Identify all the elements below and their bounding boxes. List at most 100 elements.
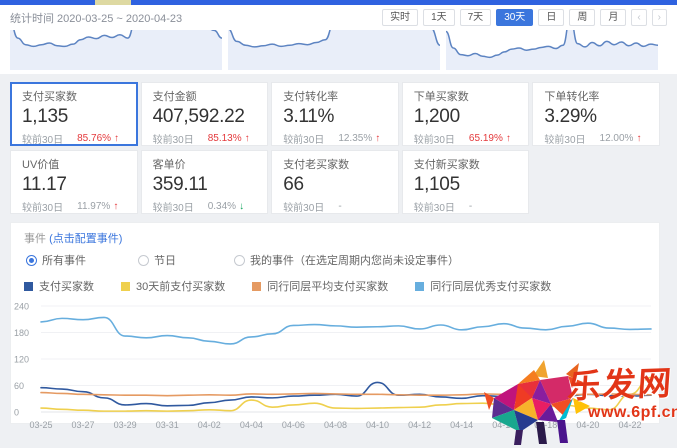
radio-all-events[interactable]: 所有事件 — [26, 252, 86, 268]
svg-text:60: 60 — [14, 381, 24, 391]
metric-compare: 较前30日12.00%↑ — [544, 131, 648, 146]
metric-card-avg-order[interactable]: 客单价 359.11 较前30日0.34%↓ — [141, 150, 269, 214]
svg-text:240: 240 — [14, 302, 29, 312]
legend-item-peer-avg[interactable]: 同行同层平均支付买家数 — [252, 278, 388, 294]
range-button-30day[interactable]: 30天 — [496, 9, 533, 26]
legend-swatch — [24, 282, 33, 291]
events-label: 事件 — [24, 233, 46, 245]
radio-my-events[interactable]: 我的事件（在选定周期内您尚未设定事件） — [234, 252, 459, 268]
svg-text:03-29: 03-29 — [114, 420, 137, 430]
next-arrow-icon[interactable]: › — [652, 9, 667, 26]
chart-legend: 支付买家数 30天前支付买家数 同行同层平均支付买家数 同行同层优秀支付买家数 — [24, 278, 659, 294]
prev-arrow-icon[interactable]: ‹ — [631, 9, 646, 26]
change-value: - — [338, 201, 341, 212]
svg-text:04-12: 04-12 — [408, 420, 431, 430]
legend-item-30d-ago[interactable]: 30天前支付买家数 — [121, 278, 225, 294]
metric-card-pay-buyers[interactable]: 支付买家数 1,135 较前30日85.76%↑ — [10, 82, 138, 146]
change-value: 65.19% — [469, 133, 503, 144]
radio-holidays[interactable]: 节日 — [138, 252, 176, 268]
sparkline-chart-1 — [10, 30, 222, 74]
metric-card-order-buyers[interactable]: 下单买家数 1,200 较前30日65.19%↑ — [402, 82, 530, 146]
up-arrow-icon: ↑ — [245, 133, 250, 144]
metric-label: 下单买家数 — [414, 91, 518, 104]
radio-icon — [234, 255, 245, 266]
range-button-1day[interactable]: 1天 — [423, 9, 455, 26]
sparkline-chart-2 — [228, 30, 440, 74]
metric-compare: 较前30日85.76%↑ — [22, 131, 126, 146]
range-button-day[interactable]: 日 — [538, 9, 564, 26]
change-value: 85.13% — [208, 133, 242, 144]
metric-card-new-buyers[interactable]: 支付新买家数 1,105 较前30日- — [402, 150, 530, 214]
range-button-7day[interactable]: 7天 — [460, 9, 492, 26]
change-value: 0.34% — [208, 201, 236, 212]
change-value: 12.35% — [338, 133, 372, 144]
up-arrow-icon: ↑ — [375, 133, 380, 144]
header-bar: 统计时间 2020-03-25 ~ 2020-04-23 实时 1天 7天 30… — [0, 5, 677, 30]
range-button-month[interactable]: 月 — [600, 9, 626, 26]
stat-time-label: 统计时间 2020-03-25 ~ 2020-04-23 — [10, 10, 182, 26]
metric-card-uv-value[interactable]: UV价值 11.17 较前30日11.97%↑ — [10, 150, 138, 214]
svg-text:04-10: 04-10 — [366, 420, 389, 430]
up-arrow-icon: ↑ — [113, 201, 118, 212]
change-value: 11.97% — [77, 201, 110, 212]
legend-item-peer-top[interactable]: 同行同层优秀支付买家数 — [415, 278, 551, 294]
top-progress-segment — [95, 0, 131, 5]
range-button-realtime[interactable]: 实时 — [382, 9, 418, 26]
sparkline-chart-3 — [446, 30, 658, 74]
up-arrow-icon: ↑ — [636, 133, 641, 144]
metric-label: 支付买家数 — [22, 91, 126, 104]
radio-icon — [26, 255, 37, 266]
range-button-week[interactable]: 周 — [569, 9, 595, 26]
change-value: - — [469, 201, 472, 212]
svg-text:0: 0 — [14, 408, 19, 418]
svg-text:03-25: 03-25 — [29, 420, 52, 430]
metric-card-old-buyers[interactable]: 支付老买家数 66 较前30日- — [271, 150, 399, 214]
legend-swatch — [415, 282, 424, 291]
svg-text:03-27: 03-27 — [72, 420, 95, 430]
metric-compare: 较前30日12.35%↑ — [283, 131, 387, 146]
svg-text:04-02: 04-02 — [198, 420, 221, 430]
metric-label: 支付转化率 — [283, 91, 387, 104]
metric-value: 1,200 — [414, 105, 518, 129]
metric-value: 407,592.22 — [153, 105, 257, 129]
svg-text:04-20: 04-20 — [576, 420, 599, 430]
svg-text:04-22: 04-22 — [618, 420, 641, 430]
svg-text:04-08: 04-08 — [324, 420, 347, 430]
metric-card-order-conversion[interactable]: 下单转化率 3.29% 较前30日12.00%↑ — [532, 82, 660, 146]
legend-item-pay-buyers[interactable]: 支付买家数 — [24, 278, 94, 294]
legend-swatch — [121, 282, 130, 291]
metric-label: UV价值 — [22, 159, 126, 172]
metric-card-pay-amount[interactable]: 支付金额 407,592.22 较前30日85.13%↑ — [141, 82, 269, 146]
configure-events-link[interactable]: (点击配置事件) — [49, 233, 122, 245]
metric-compare: 较前30日65.19%↑ — [414, 131, 518, 146]
metric-value: 3.29% — [544, 105, 648, 129]
metric-label: 支付老买家数 — [283, 159, 387, 172]
up-arrow-icon: ↑ — [506, 133, 511, 144]
metric-compare: 较前30日0.34%↓ — [153, 199, 257, 214]
metric-label: 支付金额 — [153, 91, 257, 104]
metric-value: 66 — [283, 173, 387, 197]
svg-text:180: 180 — [14, 328, 29, 338]
empty-cell — [532, 150, 660, 214]
svg-text:03-31: 03-31 — [156, 420, 179, 430]
metric-card-pay-conversion[interactable]: 支付转化率 3.11% 较前30日12.35%↑ — [271, 82, 399, 146]
metric-row-2: UV价值 11.17 较前30日11.97%↑ 客单价 359.11 较前30日… — [10, 150, 660, 214]
metric-compare: 较前30日11.97%↑ — [22, 199, 126, 214]
change-value: 85.76% — [77, 133, 111, 144]
metric-compare: 较前30日85.13%↑ — [153, 131, 257, 146]
down-arrow-icon: ↓ — [239, 201, 244, 212]
up-arrow-icon: ↑ — [114, 133, 119, 144]
events-options: 所有事件 节日 我的事件（在选定周期内您尚未设定事件） — [24, 252, 646, 268]
metric-value: 1,105 — [414, 173, 518, 197]
top-progress-bar — [0, 0, 677, 5]
metric-row-1: 支付买家数 1,135 较前30日85.76%↑ 支付金额 407,592.22… — [10, 82, 660, 146]
events-header: 事件 (点击配置事件) — [24, 230, 646, 246]
metric-compare: 较前30日- — [283, 199, 387, 214]
svg-text:04-06: 04-06 — [282, 420, 305, 430]
svg-text:04-14: 04-14 — [450, 420, 473, 430]
trend-line-chart: 0 60 120 180 240 03-25 03-27 03-29 03-31 04-02 04-… — [11, 298, 657, 436]
radio-icon — [138, 255, 149, 266]
svg-text:120: 120 — [14, 355, 29, 365]
trend-panel: 事件 (点击配置事件) 所有事件 节日 我的事件（在选定周期内您尚未设定事件） … — [10, 222, 660, 424]
metric-compare: 较前30日- — [414, 199, 518, 214]
